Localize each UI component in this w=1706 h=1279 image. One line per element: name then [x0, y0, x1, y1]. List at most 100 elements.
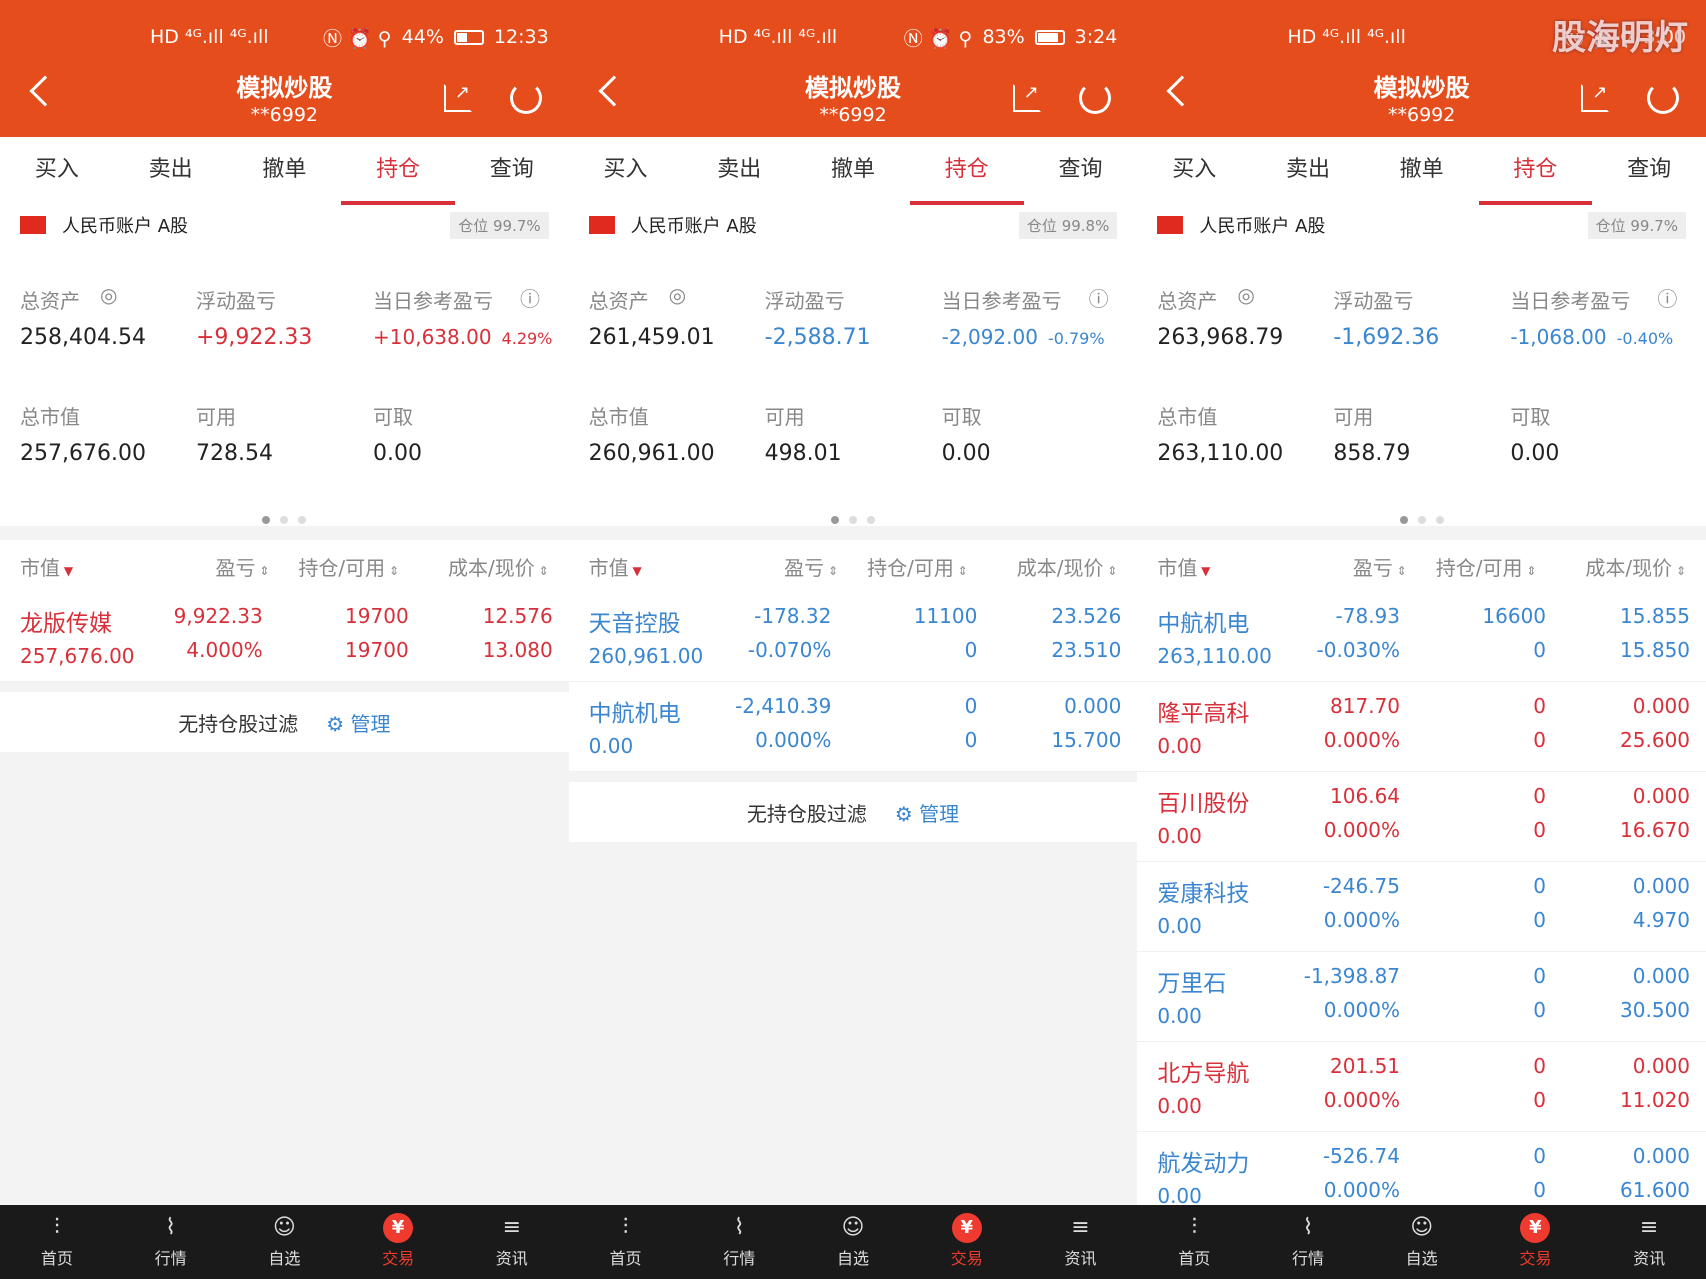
- nav-item-2[interactable]: ☺ 自选: [1365, 1205, 1479, 1279]
- nav-item-1[interactable]: ⌇ 行情: [114, 1205, 228, 1279]
- sort-cost-price[interactable]: 成本/现价 ⇕: [1536, 552, 1686, 581]
- tab-1[interactable]: 卖出: [682, 137, 796, 203]
- sort-position[interactable]: 持仓/可用 ⇕: [269, 552, 399, 581]
- stock-market-value: 0.00: [1157, 824, 1202, 848]
- nav-item-4[interactable]: ≡ 资讯: [1024, 1205, 1138, 1279]
- sort-cost-price[interactable]: 成本/现价 ⇕: [399, 552, 549, 581]
- manage-button[interactable]: ⚙ 管理: [895, 798, 959, 827]
- stock-pnl: 9,922.33: [173, 604, 263, 628]
- holding-row[interactable]: 百川股份 0.00 106.64 0.000% 0 0 0.000 16.670: [1137, 772, 1706, 862]
- stock-pnl: 817.70: [1330, 694, 1401, 718]
- column-header: 市值 ▼ 盈亏 ⇕ 持仓/可用 ⇕ 成本/现价 ⇕: [0, 540, 569, 592]
- nav-item-0[interactable]: ⫶ 首页: [0, 1205, 114, 1279]
- sort-pnl[interactable]: 盈亏 ⇕: [718, 552, 838, 581]
- phone-screen: HD ⁴ᴳ.ıll ⁴ᴳ.ıll Ⓝ ⏰ ⚲ 83% 3:24 模拟炒股 **6…: [568, 0, 1138, 1279]
- floating-pnl-label: 浮动盈亏: [1333, 289, 1414, 313]
- nav-item-2[interactable]: ☺ 自选: [227, 1205, 341, 1279]
- share-icon[interactable]: ↗: [1581, 84, 1610, 112]
- info-icon[interactable]: ⓘ: [1657, 283, 1677, 312]
- stock-cost: 0.000: [1632, 874, 1691, 898]
- eye-icon[interactable]: ◎: [100, 283, 117, 307]
- sort-market-value[interactable]: 市值 ▼: [589, 552, 719, 581]
- nav-item-4[interactable]: ≡ 资讯: [455, 1205, 569, 1279]
- nav-item-1[interactable]: ⌇ 行情: [1251, 1205, 1365, 1279]
- info-icon[interactable]: ⓘ: [520, 283, 540, 312]
- tab-2[interactable]: 撤单: [1365, 137, 1479, 203]
- tab-3[interactable]: 持仓: [909, 137, 1024, 205]
- share-icon[interactable]: ↗: [1012, 84, 1041, 112]
- refresh-icon[interactable]: [510, 82, 542, 114]
- account-summary: 总资产 ◎ 浮动盈亏 当日参考盈亏 ⓘ 258,404.54 +9,922.33…: [0, 247, 569, 526]
- stock-market-value: 0.00: [1157, 1004, 1202, 1028]
- stock-pnl-pct: 4.000%: [186, 638, 263, 662]
- holding-row[interactable]: 隆平高科 0.00 817.70 0.000% 0 0 0.000 25.600: [1137, 682, 1706, 772]
- app-header: HD ⁴ᴳ.ıll ⁴ᴳ.ıll Ⓝ ⏰ ⚲ 44% 12:33 模拟炒股 **…: [0, 0, 569, 137]
- holding-row[interactable]: 北方导航 0.00 201.51 0.000% 0 0 0.000 11.020: [1137, 1042, 1706, 1132]
- tab-4[interactable]: 查询: [1024, 137, 1138, 203]
- tab-3[interactable]: 持仓: [341, 137, 455, 205]
- tab-4[interactable]: 查询: [455, 137, 569, 203]
- stock-available: 19700: [345, 638, 409, 662]
- tab-1[interactable]: 卖出: [114, 137, 228, 203]
- holding-row[interactable]: 中航机电 0.00 -2,410.39 0.000% 0 0 0.000 15.…: [568, 682, 1138, 772]
- holding-row[interactable]: 天音控股 260,961.00 -178.32 -0.070% 11100 0 …: [568, 592, 1138, 682]
- nav-item-1[interactable]: ⌇ 行情: [682, 1205, 796, 1279]
- stock-pnl-pct: 0.000%: [1323, 1178, 1401, 1202]
- stock-holding: 11100: [913, 604, 978, 628]
- holding-row[interactable]: 万里石 0.00 -1,398.87 0.000% 0 0 0.000 30.5…: [1137, 952, 1706, 1042]
- trade-tabs: 买入 卖出 撤单 持仓 查询: [1137, 137, 1706, 205]
- yen-icon: ¥: [1520, 1213, 1551, 1243]
- nav-item-0[interactable]: ⫶ 首页: [569, 1205, 683, 1279]
- stock-cost: 0.000: [1632, 694, 1691, 718]
- total-assets-label: 总资产: [20, 289, 80, 313]
- chart-icon: ⌇: [165, 1215, 176, 1240]
- china-flag-icon: [1157, 216, 1184, 234]
- tab-4[interactable]: 查询: [1592, 137, 1706, 203]
- tab-0[interactable]: 买入: [0, 137, 114, 203]
- sort-position[interactable]: 持仓/可用 ⇕: [838, 552, 968, 581]
- page-indicator[interactable]: [0, 509, 569, 528]
- tab-3[interactable]: 持仓: [1478, 137, 1593, 205]
- sort-cost-price[interactable]: 成本/现价 ⇕: [968, 552, 1118, 581]
- sort-pnl[interactable]: 盈亏 ⇕: [1287, 552, 1407, 581]
- total-assets-value: 263,968.79: [1157, 325, 1284, 350]
- sort-market-value[interactable]: 市值 ▼: [1157, 552, 1287, 581]
- stock-cost: 0.000: [1632, 964, 1691, 988]
- sort-pnl[interactable]: 盈亏 ⇕: [150, 552, 270, 581]
- tab-0[interactable]: 买入: [569, 137, 683, 203]
- holding-row[interactable]: 爱康科技 0.00 -246.75 0.000% 0 0 0.000 4.970: [1137, 862, 1706, 952]
- eye-icon[interactable]: ◎: [669, 283, 686, 307]
- page-indicator[interactable]: [1137, 509, 1706, 528]
- tab-1[interactable]: 卖出: [1251, 137, 1365, 203]
- battery-icon: [1034, 29, 1065, 45]
- info-icon[interactable]: ⓘ: [1089, 283, 1109, 312]
- nav-item-4[interactable]: ≡ 资讯: [1592, 1205, 1706, 1279]
- tab-0[interactable]: 买入: [1137, 137, 1251, 203]
- tab-2[interactable]: 撤单: [796, 137, 910, 203]
- sort-position[interactable]: 持仓/可用 ⇕: [1407, 552, 1537, 581]
- nav-item-2[interactable]: ☺ 自选: [796, 1205, 910, 1279]
- holding-row[interactable]: 中航机电 263,110.00 -78.93 -0.030% 16600 0 1…: [1137, 592, 1706, 682]
- nav-item-3[interactable]: ¥ 交易: [910, 1205, 1024, 1279]
- stock-price: 61.600: [1620, 1178, 1691, 1202]
- stock-price: 15.700: [1051, 728, 1122, 752]
- sort-market-value[interactable]: 市值 ▼: [20, 552, 150, 581]
- eye-icon[interactable]: ◎: [1237, 283, 1254, 307]
- nav-item-0[interactable]: ⫶ 首页: [1137, 1205, 1251, 1279]
- stock-available: 0: [1533, 728, 1547, 752]
- filter-bar: 无持仓股过滤 ⚙ 管理: [568, 782, 1138, 842]
- stock-holding: 0: [1533, 694, 1547, 718]
- holding-row[interactable]: 龙版传媒 257,676.00 9,922.33 4.000% 19700 19…: [0, 592, 569, 682]
- share-icon[interactable]: ↗: [444, 84, 472, 112]
- tab-2[interactable]: 撤单: [227, 137, 341, 203]
- stock-cost: 0.000: [1632, 1144, 1691, 1168]
- candlestick-icon: ⫶: [1191, 1215, 1197, 1240]
- manage-button[interactable]: ⚙ 管理: [326, 708, 390, 737]
- nav-item-3[interactable]: ¥ 交易: [1479, 1205, 1593, 1279]
- refresh-icon[interactable]: [1078, 82, 1111, 114]
- bottom-nav: ⫶ 首页 ⌇ 行情 ☺ 自选 ¥ 交易 ≡ 资讯: [568, 1205, 1138, 1279]
- nav-item-3[interactable]: ¥ 交易: [341, 1205, 455, 1279]
- page-indicator[interactable]: [569, 509, 1138, 528]
- stock-pnl: 106.64: [1330, 784, 1401, 808]
- china-flag-icon: [20, 216, 46, 234]
